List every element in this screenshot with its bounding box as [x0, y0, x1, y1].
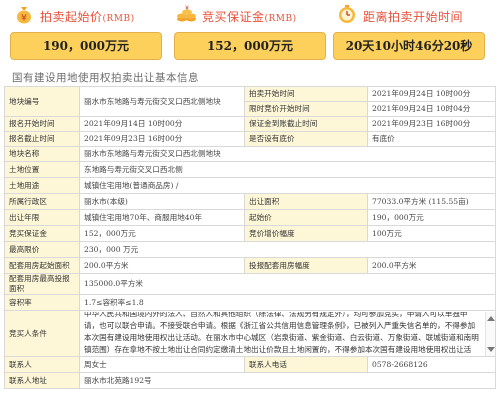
contact-value: 周女士 [79, 356, 245, 373]
increment-value: 100万元 [367, 225, 496, 242]
table-row: 联系人 周女士 联系人电话 0578-2668126 [4, 356, 496, 373]
parcel-name-value: 丽水市东地路与寿元街交叉口西北侧地块 [79, 146, 496, 162]
clock-icon [337, 4, 357, 24]
table-row: 地块编号 丽水市东地路与寿元街交叉口西北侧地块 拍卖开始时间 2021年09月2… [4, 86, 496, 117]
table-row: 配套用房最高投报面积 135000.0平方米 [4, 273, 496, 295]
conditions-scrollbar[interactable] [485, 311, 495, 356]
reg-end-value: 2021年09月23日 16时00分 [79, 131, 245, 147]
term-label: 出让年限 [4, 209, 80, 226]
start-price-label: 起始价 [244, 209, 368, 226]
start-price-panel: ¥ 拍卖起始价(RMB) 190，000万元 [10, 0, 170, 64]
district-label: 所属行政区 [4, 193, 80, 210]
conditions-scroll-area[interactable]: 中华人民共和国境内外的法人、自然人和其他组织（除法律、法规另有规定外），均可参加… [84, 311, 495, 356]
table-row: 容积率 1.7≤容积率≤1.8 [4, 294, 496, 311]
scroll-down-icon[interactable] [487, 346, 495, 352]
svg-text:¥: ¥ [21, 14, 27, 24]
far-value: 1.7≤容积率≤1.8 [79, 294, 496, 311]
housing-start-value: 200.0平方米 [79, 257, 245, 274]
countdown-title: 距离拍卖开始时间 [363, 10, 464, 24]
bid-deadline-value: 2021年09月24日 10时04分 [367, 101, 496, 117]
bid-deadline-label: 限时竞价开始时间 [244, 101, 368, 117]
conditions-label: 竞买人条件 [4, 310, 80, 357]
far-label: 容积率 [4, 294, 80, 311]
auction-start-label: 拍卖开始时间 [244, 86, 368, 102]
contact-label: 联系人 [4, 356, 80, 373]
table-row: 竞买人条件 中华人民共和国境内外的法人、自然人和其他组织（除法律、法规另有规定外… [4, 310, 496, 357]
countdown-header: 距离拍卖开始时间 [333, 4, 493, 26]
max-price-value: 230，000 万元 [79, 241, 496, 258]
deposit-title: 竞买保证金(RMB) [202, 10, 297, 24]
scroll-up-icon[interactable] [487, 315, 495, 321]
start-price-value: 190，000万元 [10, 32, 162, 60]
table-row: 出让年限 城镇住宅用地70年、商服用地40年 起始价 190，000万元 [4, 209, 496, 226]
housing-max-label: 配套用房最高投报面积 [4, 273, 80, 295]
section-title: 国有建设用地使用权拍卖出让基本信息 [12, 72, 199, 84]
phone-value: 0578-2668126 [367, 356, 496, 373]
housing-start-label: 配套用房起始面积 [4, 257, 80, 274]
usage-value: 城镇住宅用地(普通商品房) / [79, 177, 496, 194]
address-value: 丽水市北苑路192号 [79, 372, 496, 389]
start-price-title: 拍卖起始价(RMB) [40, 10, 135, 24]
svg-text:¥: ¥ [185, 5, 189, 12]
table-row: 所属行政区 丽水市(本级) 出让面积 77033.0平方米 (115.55亩) [4, 193, 496, 210]
conditions-cell: 中华人民共和国境内外的法人、自然人和其他组织（除法律、法规另有规定外），均可参加… [79, 310, 496, 357]
deposit-deadline-value: 2021年09月23日 16时00分 [367, 116, 496, 132]
reg-end-label: 报名截止时间 [4, 131, 80, 147]
max-price-label: 最高限价 [4, 241, 80, 258]
table-row: 地块名称 丽水市东地路与寿元街交叉口西北侧地块 [4, 146, 496, 162]
deposit-header: ¥ 竞买保证金(RMB) [170, 4, 330, 26]
housing-inc-label: 投报配套用房幅度 [244, 257, 368, 274]
table-row: 最高限价 230，000 万元 [4, 241, 496, 258]
start-price-cell: 190，000万元 [367, 209, 496, 226]
money-bag-icon: ¥ [14, 4, 34, 24]
reg-start-value: 2021年09月14日 10时00分 [79, 116, 245, 132]
auction-start-value: 2021年09月24日 10时00分 [367, 86, 496, 102]
auction-summary: ¥ 拍卖起始价(RMB) 190，000万元 ¥ 竞买保证金(RMB) 152，… [0, 0, 499, 64]
location-value: 东地路与寿元街交叉口西北侧 [79, 161, 496, 178]
phone-label: 联系人电话 [244, 356, 368, 373]
parcel-name-label: 地块名称 [4, 146, 80, 162]
parcel-no-label: 地块编号 [4, 86, 80, 117]
deposit-cell: 152，000万元 [79, 225, 245, 242]
coins-icon: ¥ [176, 4, 196, 24]
term-value: 城镇住宅用地70年、商服用地40年 [79, 209, 245, 226]
table-row: 配套用房起始面积 200.0平方米 投报配套用房幅度 200.0平方米 [4, 257, 496, 274]
usage-label: 土地用途 [4, 177, 80, 194]
deposit-value: 152，000万元 [174, 32, 326, 60]
table-row: 联系人地址 丽水市北苑路192号 [4, 372, 496, 389]
start-price-header: ¥ 拍卖起始价(RMB) [10, 4, 170, 26]
countdown-panel: 距离拍卖开始时间 20天10小时46分20秒 [333, 0, 493, 64]
table-row: 土地用途 城镇住宅用地(普通商品房) / [4, 177, 496, 194]
reserve-value: 有底价 [367, 131, 496, 147]
conditions-value: 中华人民共和国境内外的法人、自然人和其他组织（除法律、法规另有规定外），均可参加… [84, 311, 479, 354]
location-label: 土地位置 [4, 161, 80, 178]
address-label: 联系人地址 [4, 372, 80, 389]
table-row: 土地位置 东地路与寿元街交叉口西北侧 [4, 161, 496, 178]
housing-max-value: 135000.0平方米 [79, 273, 496, 295]
table-row: 报名截止时间 2021年09月23日 16时00分 是否设有底价 有底价 [4, 131, 496, 147]
area-value: 77033.0平方米 (115.55亩) [367, 193, 496, 210]
countdown-value: 20天10小时46分20秒 [333, 32, 485, 60]
district-value: 丽水市(本级) [79, 193, 245, 210]
info-table: 地块编号 丽水市东地路与寿元街交叉口西北侧地块 拍卖开始时间 2021年09月2… [4, 86, 496, 389]
housing-inc-value: 200.0平方米 [367, 257, 496, 274]
reg-start-label: 报名开始时间 [4, 116, 80, 132]
table-row: 竞买保证金 152，000万元 竞价增价幅度 100万元 [4, 225, 496, 242]
area-label: 出让面积 [244, 193, 368, 210]
reserve-label: 是否设有底价 [244, 131, 368, 147]
deposit-label: 竞买保证金 [4, 225, 80, 242]
deposit-panel: ¥ 竞买保证金(RMB) 152，000万元 [170, 0, 330, 64]
parcel-no-value: 丽水市东地路与寿元街交叉口西北侧地块 [79, 86, 245, 117]
table-row: 报名开始时间 2021年09月14日 10时00分 保证金到账截止时间 2021… [4, 116, 496, 132]
deposit-deadline-label: 保证金到账截止时间 [244, 116, 368, 132]
increment-label: 竞价增价幅度 [244, 225, 368, 242]
